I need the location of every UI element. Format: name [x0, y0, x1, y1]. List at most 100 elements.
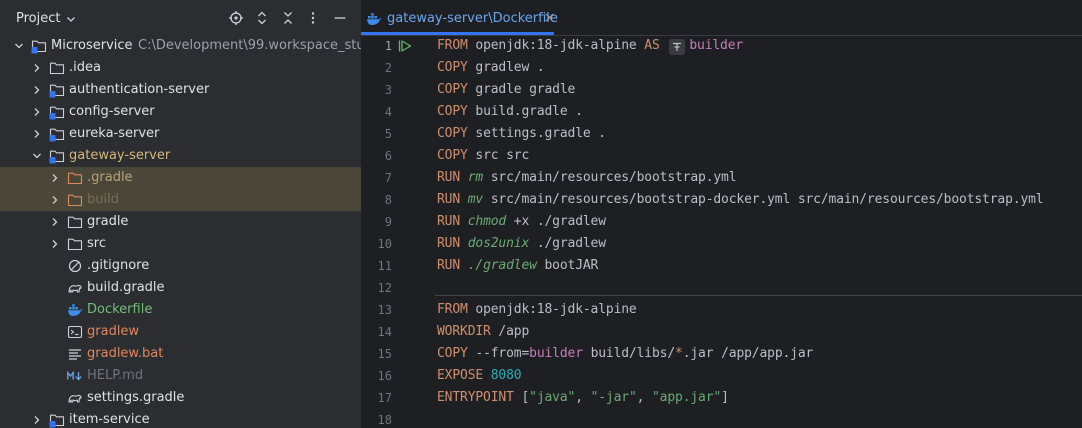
tree-item-label: item-service — [69, 412, 150, 427]
tree-item[interactable]: Dockerfile — [0, 299, 361, 321]
project-view-selector[interactable]: Project — [16, 11, 76, 26]
tree-item[interactable]: gradle — [0, 211, 361, 233]
close-icon[interactable] — [544, 12, 555, 23]
options-menu-icon[interactable] — [304, 9, 322, 27]
code-line[interactable]: 7 RUN rm src/main/resources/bootstrap.yml — [361, 167, 1082, 189]
code-text: WORKDIR /app — [437, 324, 529, 340]
code-line[interactable]: 15 COPY --from=builder build/libs/*.jar /… — [361, 343, 1082, 365]
code-text: EXPOSE 8080 — [437, 368, 522, 384]
code-line[interactable]: 2 COPY gradlew . — [361, 57, 1082, 79]
tree-item-label: eureka-server — [69, 126, 160, 141]
chevron-right-icon[interactable] — [50, 217, 60, 227]
code-token: COPY — [437, 346, 468, 361]
tree-item[interactable]: settings.gradle — [0, 387, 361, 409]
chevron-down-icon[interactable] — [14, 41, 24, 51]
code-line[interactable]: 8 RUN mv src/main/resources/bootstrap-doc… — [361, 189, 1082, 211]
chevron-right-icon[interactable] — [32, 63, 42, 73]
chevron-right-icon[interactable] — [32, 129, 42, 139]
line-number: 4 — [384, 105, 392, 119]
code-line[interactable]: 1 FROM openjdk:18-jdk-alpine AS builder — [361, 35, 1082, 57]
code-editor[interactable]: 1 FROM openjdk:18-jdk-alpine AS builder 2 C… — [361, 35, 1082, 428]
tree-item-label: src — [87, 236, 106, 251]
tree-item[interactable]: .idea — [0, 57, 361, 79]
code-text: RUN mv src/main/resources/bootstrap-dock… — [437, 192, 1044, 208]
chevron-right-icon[interactable] — [50, 195, 60, 205]
code-line[interactable]: 5 COPY settings.gradle . — [361, 123, 1082, 145]
collapse-all-icon[interactable] — [279, 9, 297, 27]
chevron-right-icon[interactable] — [50, 239, 60, 249]
code-line[interactable]: 17 ENTRYPOINT ["java", "-jar", "app.jar"] — [361, 387, 1082, 409]
tree-item[interactable]: eureka-server — [0, 123, 361, 145]
code-token: builder — [689, 38, 744, 53]
tree-item[interactable]: gradlew — [0, 321, 361, 343]
chevron-down-icon[interactable] — [32, 151, 42, 161]
tree-item[interactable]: authentication-server — [0, 79, 361, 101]
code-token: settings — [467, 126, 537, 141]
code-text: RUN ./gradlew bootJAR — [437, 258, 598, 274]
code-token: src src — [467, 148, 530, 163]
gitignore-file-icon — [67, 258, 83, 274]
tree-item[interactable]: config-server — [0, 101, 361, 123]
code-line[interactable]: 18 — [361, 409, 1082, 428]
code-line[interactable]: 9 RUN chmod +x ./gradlew — [361, 211, 1082, 233]
code-line[interactable]: 11 RUN ./gradlew bootJAR — [361, 255, 1082, 277]
code-token: gradlew — [467, 60, 537, 75]
locate-file-icon[interactable] — [227, 9, 245, 27]
tree-item[interactable]: item-service — [0, 409, 361, 428]
project-tool-window: Project Microservice C:\Development\99.wo… — [0, 0, 361, 428]
tab-label: gateway-server\Dockerfile — [387, 11, 558, 26]
code-token: chmod — [467, 214, 507, 229]
code-token: RUN — [437, 170, 461, 185]
code-line[interactable]: 6 COPY src src — [361, 145, 1082, 167]
code-token: RUN — [437, 236, 461, 251]
project-panel-header: Project — [0, 0, 361, 37]
editor-tab-dockerfile[interactable]: gateway-server\Dockerfile — [361, 0, 562, 35]
code-line[interactable]: 3 COPY gradle gradle — [361, 79, 1082, 101]
chevron-right-icon[interactable] — [32, 415, 42, 425]
code-line[interactable]: 4 COPY build.gradle . — [361, 101, 1082, 123]
code-line[interactable]: 13 FROM openjdk:18-jdk-alpine — [361, 299, 1082, 321]
tree-item[interactable]: gradlew.bat — [0, 343, 361, 365]
chevron-right-icon[interactable] — [32, 107, 42, 117]
code-line[interactable]: 16 EXPOSE 8080 — [361, 365, 1082, 387]
run-gutter-icon[interactable] — [398, 39, 412, 53]
tree-item[interactable]: HELP.md — [0, 365, 361, 387]
hide-panel-icon[interactable] — [331, 9, 349, 27]
code-token: EXPOSE — [437, 368, 484, 383]
tree-item[interactable]: build.gradle — [0, 277, 361, 299]
code-token: .jar /app/app.jar — [682, 346, 814, 361]
module-folder-icon — [49, 412, 65, 428]
docker-icon — [67, 302, 83, 318]
tree-item[interactable]: .gitignore — [0, 255, 361, 277]
chevron-right-icon[interactable] — [32, 85, 42, 95]
line-number: 17 — [377, 391, 392, 405]
code-token: 8080 — [490, 368, 522, 383]
code-token: . — [536, 60, 545, 75]
tree-item[interactable]: gateway-server — [0, 145, 361, 167]
stage-hint-icon[interactable] — [669, 39, 686, 55]
tree-item[interactable]: build — [0, 189, 361, 211]
line-number: 3 — [384, 83, 392, 97]
tree-item[interactable]: .gradle — [0, 167, 361, 189]
expand-all-icon[interactable] — [253, 9, 271, 27]
tree-item-label: .gitignore — [87, 258, 150, 273]
line-number: 8 — [384, 193, 392, 207]
tree-item[interactable]: src — [0, 233, 361, 255]
code-token: builder — [529, 346, 583, 361]
chevron-right-icon[interactable] — [50, 173, 60, 183]
docker-icon — [367, 13, 382, 25]
code-line[interactable]: 10 RUN dos2unix ./gradlew — [361, 233, 1082, 255]
code-token: COPY — [437, 82, 468, 97]
code-token: COPY — [437, 148, 468, 163]
code-text: COPY --from=builder build/libs/*.jar /ap… — [437, 346, 813, 362]
line-number: 10 — [377, 237, 392, 251]
line-number: 12 — [377, 281, 392, 295]
tree-item[interactable]: Microservice C:\Development\99.workspace_… — [0, 35, 361, 57]
code-token: . — [598, 126, 606, 141]
tree-item-label: gradlew — [87, 324, 140, 339]
code-token: "-jar" — [590, 390, 637, 405]
code-line[interactable]: 14 WORKDIR /app — [361, 321, 1082, 343]
